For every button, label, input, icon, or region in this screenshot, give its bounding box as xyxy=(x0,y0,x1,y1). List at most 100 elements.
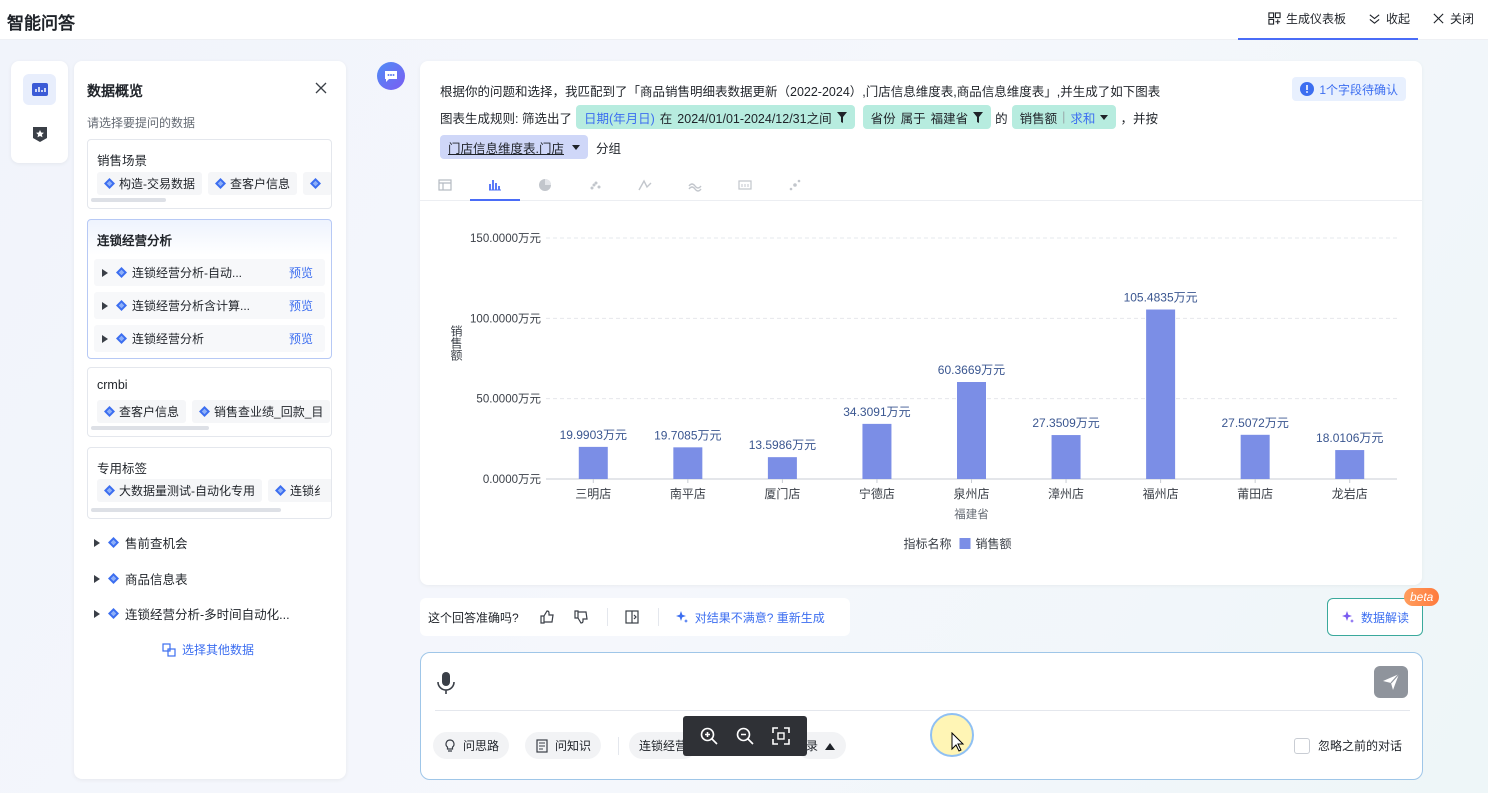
question-input-box[interactable]: 问思路 问知识 连锁经营 录 忽略之前的对话 xyxy=(420,652,1423,780)
icon-rail xyxy=(11,61,68,163)
tab-scatter[interactable] xyxy=(570,169,620,201)
horizontal-scrollbar[interactable] xyxy=(91,198,166,202)
pill-label: 问思路 xyxy=(463,739,500,753)
group-name: 连锁经营分析 xyxy=(97,234,173,248)
expand-arrow-icon[interactable] xyxy=(102,334,108,343)
measure-tag[interactable]: 销售额 | 求和 xyxy=(1011,105,1117,129)
pill-ask-idea[interactable]: 问思路 xyxy=(433,732,510,759)
horizontal-scrollbar[interactable] xyxy=(91,508,281,512)
preview-link[interactable]: 预览 xyxy=(289,264,313,281)
dataset-row[interactable]: 连锁经营分析-多时间自动化... xyxy=(94,604,334,623)
dataset-chip[interactable]: 销售查业绩_回款_目 xyxy=(192,400,331,423)
tab-bar-chart[interactable] xyxy=(470,169,520,201)
group-special-tags[interactable]: 专用标签 大数据量测试-自动化专用 连锁纟 xyxy=(87,447,332,519)
rail-favorites-button[interactable] xyxy=(23,118,56,149)
dataset-chip[interactable]: 大数据量测试-自动化专用 xyxy=(97,479,262,502)
preview-link[interactable]: 预览 xyxy=(289,330,313,347)
generate-dashboard-button[interactable]: 生成仪表板 xyxy=(1268,10,1346,27)
expand-arrow-icon[interactable] xyxy=(102,268,108,277)
lightbulb-icon xyxy=(445,738,455,752)
connector-of: 的 xyxy=(995,111,1008,126)
rail-data-overview-button[interactable] xyxy=(23,74,56,105)
tab-table[interactable] xyxy=(420,169,470,201)
thumbs-down-icon[interactable] xyxy=(573,609,589,625)
group-field-tag[interactable]: 门店信息维度表.门店 xyxy=(440,135,588,159)
dataset-chip[interactable] xyxy=(303,172,331,195)
feedback-question: 这个回答准确吗? xyxy=(428,610,519,625)
expand-arrow-icon[interactable] xyxy=(94,574,100,583)
x-group-label: 福建省 xyxy=(954,507,989,521)
dataset-chip[interactable]: 查客户信息 xyxy=(97,400,187,423)
group-sales-scene[interactable]: 销售场景 构造-交易数据 查客户信息 xyxy=(87,139,332,209)
pending-field-badge[interactable]: 1个字段待确认 xyxy=(1292,77,1406,101)
expand-arrow-icon[interactable] xyxy=(102,301,108,310)
dataset-row[interactable]: 连锁经营分析 预览 xyxy=(94,325,325,352)
preview-link[interactable]: 预览 xyxy=(289,297,313,314)
filter-funnel-icon[interactable] xyxy=(973,111,984,123)
dataset-diamond-icon xyxy=(116,300,127,311)
select-other-data-button[interactable]: 选择其他数据 xyxy=(162,641,254,658)
document-icon xyxy=(536,738,548,753)
y-axis-label: 销售额 xyxy=(449,325,463,362)
tab-number[interactable] xyxy=(720,169,770,201)
sparkle-icon xyxy=(675,611,688,623)
tab-area[interactable] xyxy=(670,169,720,201)
expand-arrow-icon[interactable] xyxy=(94,538,100,547)
chevron-down-icon[interactable] xyxy=(571,144,580,150)
dataset-row[interactable]: 商品信息表 xyxy=(94,569,334,588)
dataset-row[interactable]: 连锁经营分析-自动... 预览 xyxy=(94,259,325,286)
dataset-diamond-icon xyxy=(116,267,127,278)
regenerate-button[interactable]: 对结果不满意? 重新生成 xyxy=(675,609,825,626)
microphone-icon[interactable] xyxy=(435,671,457,695)
dataset-chip[interactable]: 连锁纟 xyxy=(268,479,331,502)
close-button[interactable]: 关闭 xyxy=(1432,10,1474,27)
group-chain-analysis[interactable]: 连锁经营分析 连锁经营分析-自动... 预览 连锁经营分析含计算... 预览 连… xyxy=(87,219,332,359)
chevron-down-icon[interactable] xyxy=(1100,114,1109,120)
dataset-row[interactable]: 售前查机会 xyxy=(94,533,334,552)
filter-funnel-icon[interactable] xyxy=(836,111,847,123)
expand-arrow-icon[interactable] xyxy=(94,609,100,618)
compare-icon[interactable] xyxy=(624,609,640,625)
interpret-label: 数据解读 xyxy=(1360,610,1409,625)
dataset-row[interactable]: 连锁经营分析含计算... 预览 xyxy=(94,292,325,319)
dataset-diamond-icon xyxy=(108,573,119,584)
dataset-chip[interactable]: 构造-交易数据 xyxy=(97,172,202,195)
feedback-bar: 这个回答准确吗? 对结果不满意? 重新生成 xyxy=(420,598,850,636)
top-bar: 智能问答 生成仪表板 收起 关闭 xyxy=(0,0,1488,40)
chart-type-tabs xyxy=(420,169,1422,201)
tab-pie-chart[interactable] xyxy=(520,169,570,201)
divider xyxy=(657,608,659,626)
tab-line[interactable] xyxy=(620,169,670,201)
date-filter-tag[interactable]: 日期(年月日) 在 2024/01/01-2024/12/31之间 xyxy=(575,105,855,129)
pill-ask-knowledge[interactable]: 问知识 xyxy=(525,732,602,759)
dataset-chip[interactable]: 查客户信息 xyxy=(208,172,298,195)
fit-screen-icon[interactable] xyxy=(771,726,791,746)
x-tick-label: 莆田店 xyxy=(1237,487,1273,501)
bar xyxy=(767,457,797,479)
send-button[interactable] xyxy=(1374,666,1408,698)
zoom-out-icon[interactable] xyxy=(735,726,755,746)
thumbs-up-icon[interactable] xyxy=(539,609,555,625)
panel-close-icon[interactable] xyxy=(314,81,328,95)
dataset-label: 连锁经营分析 xyxy=(132,332,205,346)
tab-bubble[interactable] xyxy=(770,169,820,201)
province-filter-tag[interactable]: 省份 属于 福建省 xyxy=(862,105,992,129)
horizontal-scrollbar[interactable] xyxy=(91,426,209,430)
data-label: 60.3669万元 xyxy=(938,363,1005,377)
switch-data-icon xyxy=(162,642,176,657)
bar xyxy=(862,423,892,479)
ignore-previous-checkbox[interactable] xyxy=(1293,737,1310,754)
group-crmbi[interactable]: crmbi 查客户信息 销售查业绩_回款_目 xyxy=(87,367,332,437)
ignore-previous-label: 忽略之前的对话 xyxy=(1317,739,1402,753)
pill-label: 录 xyxy=(806,739,819,753)
y-tick-label: 150.0000万元 xyxy=(470,233,541,245)
collapse-button[interactable]: 收起 xyxy=(1368,10,1410,27)
dataset-label: 连锁经营分析-自动... xyxy=(132,266,242,280)
pill-label: 问知识 xyxy=(555,739,592,753)
chip-label: 大数据量测试-自动化专用 xyxy=(119,484,255,498)
sparkle-icon xyxy=(1341,611,1354,623)
bar xyxy=(1335,450,1365,479)
zoom-in-icon[interactable] xyxy=(699,726,719,746)
dataset-diamond-icon xyxy=(199,406,211,417)
area-icon xyxy=(688,183,702,192)
